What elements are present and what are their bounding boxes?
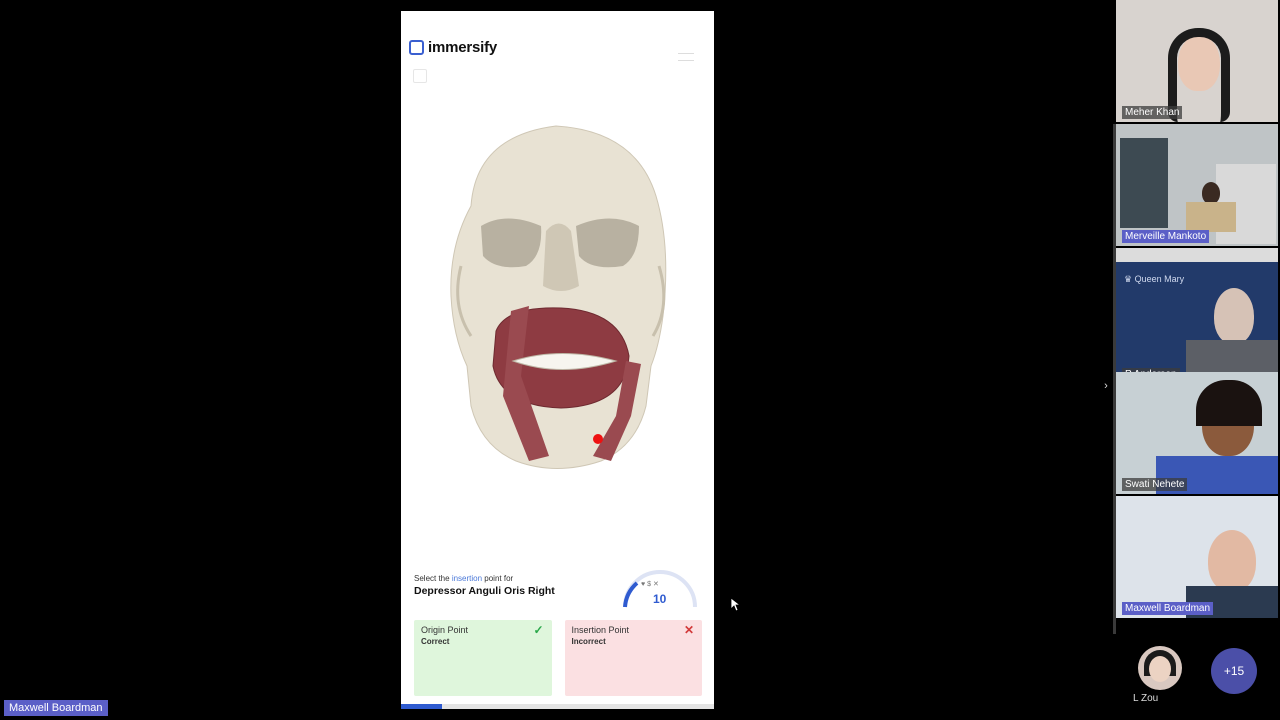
bottom-participant[interactable]: L Zou: [1132, 646, 1188, 720]
video-tile[interactable]: Merveille Mankoto: [1116, 124, 1278, 246]
skull-3d-model[interactable]: [431, 116, 691, 486]
prompt-prefix: Select the: [414, 574, 452, 583]
muscle-name: Depressor Anguli Oris Right: [414, 585, 555, 597]
timer-gauge: ♥ $ ✕ 10: [617, 567, 703, 611]
timer-icons: ♥ $ ✕: [641, 581, 659, 588]
check-icon: ✓: [533, 623, 544, 637]
participant-name: Merveille Mankoto: [1122, 230, 1210, 243]
eye-socket-left: [481, 218, 542, 268]
eye-socket-right: [576, 218, 639, 268]
prompt-highlight: insertion: [451, 574, 483, 583]
quiz-progress-bar: [401, 704, 714, 709]
question-prompt: Select the insertion point for Depressor…: [414, 574, 614, 597]
mouse-cursor-icon: [731, 598, 741, 612]
video-tile[interactable]: Meher Khan: [1116, 0, 1278, 122]
brand-name: immersify: [428, 39, 498, 56]
card-title: Origin Point: [421, 625, 469, 635]
participant-video-tiles: Meher Khan Merveille Mankoto ♛ Queen Mar…: [1116, 0, 1280, 720]
video-tile[interactable]: Maxwell Boardman: [1116, 496, 1278, 618]
participant-name: L Zou: [1133, 693, 1159, 704]
selection-point: [593, 434, 603, 444]
presenter-label: Maxwell Boardman: [4, 700, 108, 716]
card-status: Correct: [421, 637, 450, 646]
menu-icon[interactable]: [678, 53, 694, 61]
timer-value: 10: [653, 592, 667, 606]
cranium: [450, 125, 667, 469]
app-header: immersify: [409, 39, 497, 56]
card-status: Incorrect: [571, 637, 606, 646]
chevron-right-icon[interactable]: ›: [1099, 376, 1113, 396]
participant-name: Swati Nehete: [1122, 478, 1188, 491]
video-tile[interactable]: ♛ Queen Mary P Anderson: [1116, 262, 1278, 384]
tile-spacer: [1116, 248, 1278, 262]
progress-fill: [401, 704, 442, 709]
prompt-suffix: point for: [482, 574, 514, 583]
video-tile[interactable]: Swati Nehete: [1116, 372, 1278, 494]
origin-point-card[interactable]: Origin Point Correct ✓: [414, 620, 552, 696]
close-icon: ✕: [683, 623, 694, 637]
immersify-app-screen: immersify Select the insertion point for…: [401, 11, 714, 709]
card-title: Insertion Point: [571, 625, 630, 635]
avatar: [1138, 646, 1182, 690]
exit-icon[interactable]: [413, 69, 427, 83]
participant-name: Meher Khan: [1122, 106, 1183, 119]
immersify-logo-icon: [409, 40, 424, 55]
answer-cards: Origin Point Correct ✓ Insertion Point I…: [414, 620, 702, 696]
participant-name: Maxwell Boardman: [1122, 602, 1214, 615]
insertion-point-card[interactable]: Insertion Point Incorrect ✕: [564, 620, 702, 696]
more-participants-button[interactable]: +15: [1211, 648, 1257, 694]
